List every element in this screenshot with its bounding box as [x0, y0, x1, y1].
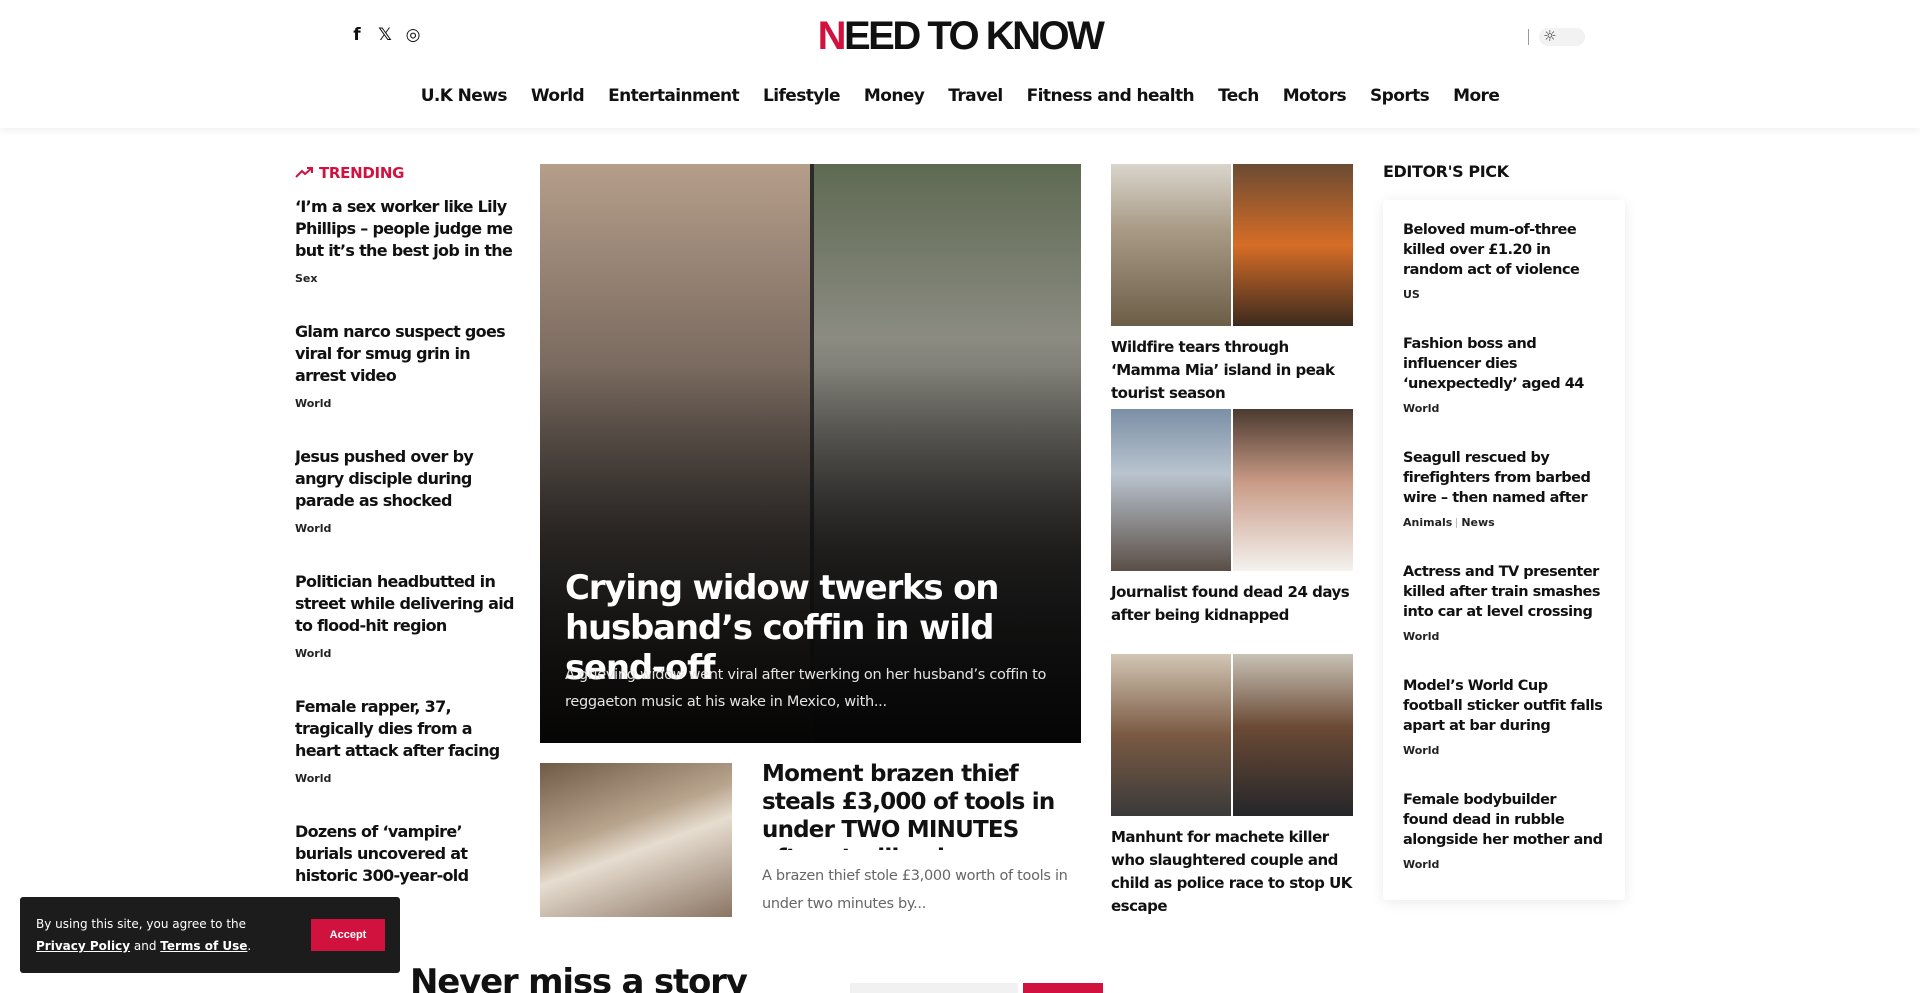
category-link[interactable]: World	[1403, 858, 1439, 871]
editors-pick-title[interactable]: Seagull rescued by firefighters from bar…	[1403, 448, 1605, 508]
news-card-title[interactable]: Journalist found dead 24 days after bein…	[1111, 581, 1353, 627]
news-card-image[interactable]	[1111, 654, 1353, 816]
nav-item-more[interactable]: More	[1453, 86, 1500, 106]
cookie-banner: By using this site, you agree to the Pri…	[20, 897, 400, 973]
feature-excerpt: A grieving widow went viral after twerki…	[565, 667, 1047, 710]
category-link[interactable]: World	[1403, 744, 1439, 757]
list-item[interactable]: Seagull rescued by firefighters from bar…	[1403, 448, 1605, 562]
list-item[interactable]: Glam narco suspect goes viral for smug g…	[295, 321, 515, 446]
cookie-text-mid: and	[130, 939, 161, 953]
editors-pick-list: Beloved mum-of-three killed over £1.20 i…	[1383, 200, 1625, 900]
second-story-excerpt: A brazen thief stole £3,000 worth of too…	[762, 868, 1068, 912]
news-card[interactable]: Journalist found dead 24 days after bein…	[1111, 409, 1353, 654]
trending-title[interactable]: Glam narco suspect goes viral for smug g…	[295, 321, 515, 387]
divider	[1456, 517, 1458, 528]
site-logo[interactable]: NEED TO KNOW	[0, 14, 1920, 59]
newsletter-heading: Never miss a story	[410, 962, 748, 993]
news-column: Wildfire tears through ‘Mamma Mia’ islan…	[1111, 164, 1353, 915]
trending-label: TRENDING	[319, 164, 405, 182]
category-link[interactable]: Animals	[1403, 516, 1452, 529]
category-link[interactable]: World	[295, 522, 515, 535]
accept-button[interactable]: Accept	[311, 919, 385, 951]
trending-title[interactable]: Female rapper, 37, tragically dies from …	[295, 696, 515, 762]
main-nav: U.K News World Entertainment Lifestyle M…	[0, 86, 1920, 106]
cookie-text-start: By using this site, you agree to the	[36, 917, 247, 931]
image-half	[1233, 654, 1353, 816]
nav-item-world[interactable]: World	[531, 86, 585, 106]
featured-story[interactable]: Crying widow twerks on husband’s coffin …	[540, 164, 1081, 743]
editors-pick-title[interactable]: Female bodybuilder found dead in rubble …	[1403, 790, 1605, 850]
newsletter-submit-button[interactable]	[1023, 983, 1103, 993]
nav-item-fitness[interactable]: Fitness and health	[1027, 86, 1195, 106]
list-item[interactable]: Female bodybuilder found dead in rubble …	[1403, 790, 1605, 904]
trending-heading: TRENDING	[295, 164, 515, 182]
sun-icon: ☼	[1543, 27, 1557, 45]
category-link[interactable]: World	[1403, 630, 1439, 643]
news-card[interactable]: Manhunt for machete killer who slaughter…	[1111, 654, 1353, 915]
list-item[interactable]: Beloved mum-of-three killed over £1.20 i…	[1403, 220, 1605, 334]
category-link[interactable]: World	[295, 772, 515, 785]
list-item[interactable]: Model’s World Cup football sticker outfi…	[1403, 676, 1605, 790]
category-link[interactable]: World	[295, 397, 515, 410]
nav-item-lifestyle[interactable]: Lifestyle	[763, 86, 840, 106]
divider	[1528, 29, 1529, 45]
nav-item-entertainment[interactable]: Entertainment	[608, 86, 740, 106]
privacy-policy-link[interactable]: Privacy Policy	[36, 939, 130, 953]
list-item[interactable]: Jesus pushed over by angry disciple duri…	[295, 446, 515, 571]
logo-letter: N	[817, 14, 847, 58]
second-story-image[interactable]	[540, 763, 732, 917]
category-link[interactable]: World	[1403, 402, 1439, 415]
editors-pick-title[interactable]: Actress and TV presenter killed after tr…	[1403, 562, 1605, 622]
editors-pick-title[interactable]: Beloved mum-of-three killed over £1.20 i…	[1403, 220, 1605, 280]
image-half	[1111, 164, 1231, 326]
logo-text: EED TO KNOW	[843, 14, 1105, 58]
category-link[interactable]: World	[295, 647, 515, 660]
editors-pick-title[interactable]: Model’s World Cup football sticker outfi…	[1403, 676, 1605, 736]
editors-pick-title[interactable]: Fashion boss and influencer dies ‘unexpe…	[1403, 334, 1605, 394]
news-card-title[interactable]: Manhunt for machete killer who slaughter…	[1111, 826, 1353, 918]
nav-item-uk-news[interactable]: U.K News	[421, 86, 508, 106]
theme-toggle[interactable]: ☼	[1528, 27, 1585, 46]
nav-item-sports[interactable]: Sports	[1370, 86, 1430, 106]
newsletter-email-input[interactable]	[850, 983, 1018, 993]
list-item[interactable]: Actress and TV presenter killed after tr…	[1403, 562, 1605, 676]
image-half	[1111, 654, 1231, 816]
cookie-text: By using this site, you agree to the Pri…	[36, 913, 296, 957]
second-story-title[interactable]: Moment brazen thief steals £3,000 of too…	[762, 760, 1072, 850]
trending-up-icon	[295, 167, 313, 178]
nav-item-travel[interactable]: Travel	[948, 86, 1003, 106]
nav-item-money[interactable]: Money	[864, 86, 925, 106]
toggle-track[interactable]: ☼	[1539, 27, 1585, 46]
news-card-image[interactable]	[1111, 164, 1353, 326]
news-card-title[interactable]: Wildfire tears through ‘Mamma Mia’ islan…	[1111, 336, 1353, 405]
category-link[interactable]: Sex	[295, 272, 515, 285]
list-item[interactable]: Fashion boss and influencer dies ‘unexpe…	[1403, 334, 1605, 448]
list-item[interactable]: Politician headbutted in street while de…	[295, 571, 515, 696]
category-link[interactable]: US	[1403, 288, 1420, 301]
list-item[interactable]: Female rapper, 37, tragically dies from …	[295, 696, 515, 821]
list-item[interactable]: ‘I’m a sex worker like Lily Phillips – p…	[295, 196, 515, 321]
image-half	[1111, 409, 1231, 571]
news-card-image[interactable]	[1111, 409, 1353, 571]
trending-title[interactable]: ‘I’m a sex worker like Lily Phillips – p…	[295, 196, 515, 262]
site-header: f 𝕏 ◎ NEED TO KNOW ☼ U.K News World Ente…	[0, 0, 1920, 128]
cookie-text-end: .	[247, 939, 252, 953]
trending-title[interactable]: Dozens of ‘vampire’ burials uncovered at…	[295, 821, 515, 887]
image-half	[1233, 409, 1353, 571]
editors-pick-heading: EDITOR'S PICK	[1383, 162, 1509, 181]
image-half	[1233, 164, 1353, 326]
terms-of-use-link[interactable]: Terms of Use	[160, 939, 247, 953]
nav-item-tech[interactable]: Tech	[1218, 86, 1259, 106]
trending-title[interactable]: Politician headbutted in street while de…	[295, 571, 515, 637]
trending-list: TRENDING ‘I’m a sex worker like Lily Phi…	[295, 164, 515, 946]
trending-title[interactable]: Jesus pushed over by angry disciple duri…	[295, 446, 515, 512]
news-card[interactable]: Wildfire tears through ‘Mamma Mia’ islan…	[1111, 164, 1353, 409]
nav-item-motors[interactable]: Motors	[1283, 86, 1347, 106]
category-link[interactable]: News	[1461, 516, 1494, 529]
